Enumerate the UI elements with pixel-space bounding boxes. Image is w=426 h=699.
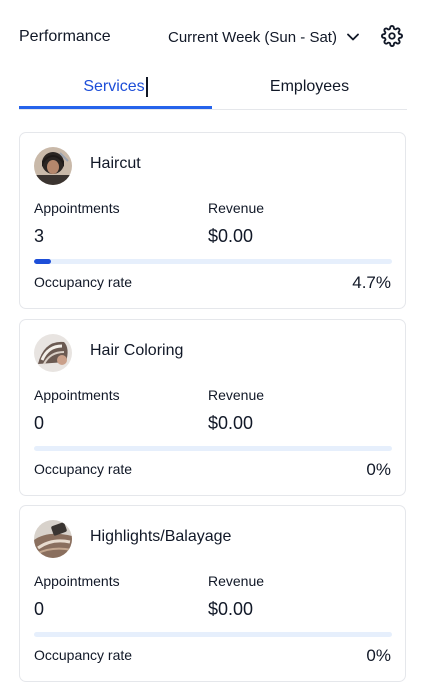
appointments-label: Appointments: [34, 387, 120, 403]
header: Performance Current Week (Sun - Sat): [19, 24, 409, 50]
chevron-down-icon: [347, 33, 359, 41]
appointments-value: 3: [34, 226, 45, 246]
page-title: Performance: [19, 28, 111, 45]
service-name: Haircut: [90, 155, 141, 172]
hair-coloring-photo: [34, 334, 72, 372]
revenue-value: $0.00: [208, 599, 254, 619]
revenue-label: Revenue: [208, 387, 265, 403]
tab-employees-label: Employees: [269, 77, 350, 95]
gear-icon[interactable]: [381, 25, 403, 47]
revenue-value: $0.00: [208, 413, 254, 433]
occupancy-label: Occupancy rate: [34, 461, 133, 477]
revenue-label: Revenue: [208, 573, 265, 589]
period-label: Current Week (Sun - Sat): [168, 28, 337, 46]
occupancy-bar: [34, 259, 392, 264]
tab-employees[interactable]: Employees: [212, 64, 407, 109]
revenue-label: Revenue: [208, 200, 265, 216]
period-dropdown[interactable]: Current Week (Sun - Sat): [168, 24, 359, 50]
occupancy-value: 0%: [366, 460, 391, 479]
occupancy-bar-fill: [34, 259, 51, 264]
service-card-haircut[interactable]: Haircut Appointments 3 Revenue $0.00 Occ…: [19, 132, 406, 309]
occupancy-bar: [34, 632, 392, 637]
occupancy-value: 4.7%: [352, 273, 391, 292]
service-name: Highlights/Balayage: [90, 528, 232, 545]
service-name: Hair Coloring: [90, 342, 184, 359]
haircut-photo: [34, 147, 72, 185]
appointments-value: 0: [34, 413, 45, 433]
occupancy-bar: [34, 446, 392, 451]
text-caret: [145, 76, 148, 97]
occupancy-value: 0%: [366, 646, 391, 665]
service-card-hair-coloring[interactable]: Hair Coloring Appointments 0 Revenue $0.…: [19, 319, 406, 496]
appointments-label: Appointments: [34, 200, 120, 216]
active-tab-indicator: [19, 106, 212, 109]
highlights-photo: [34, 520, 72, 558]
occupancy-label: Occupancy rate: [34, 647, 133, 663]
revenue-value: $0.00: [208, 226, 254, 246]
appointments-value: 0: [34, 599, 45, 619]
occupancy-label: Occupancy rate: [34, 274, 133, 290]
service-card-highlights-balayage[interactable]: Highlights/Balayage Appointments 0 Reven…: [19, 505, 406, 682]
tab-bar: Services Employees: [19, 64, 407, 110]
tab-services-label: Services: [83, 77, 145, 95]
appointments-label: Appointments: [34, 573, 120, 589]
tab-services[interactable]: Services: [19, 64, 212, 109]
